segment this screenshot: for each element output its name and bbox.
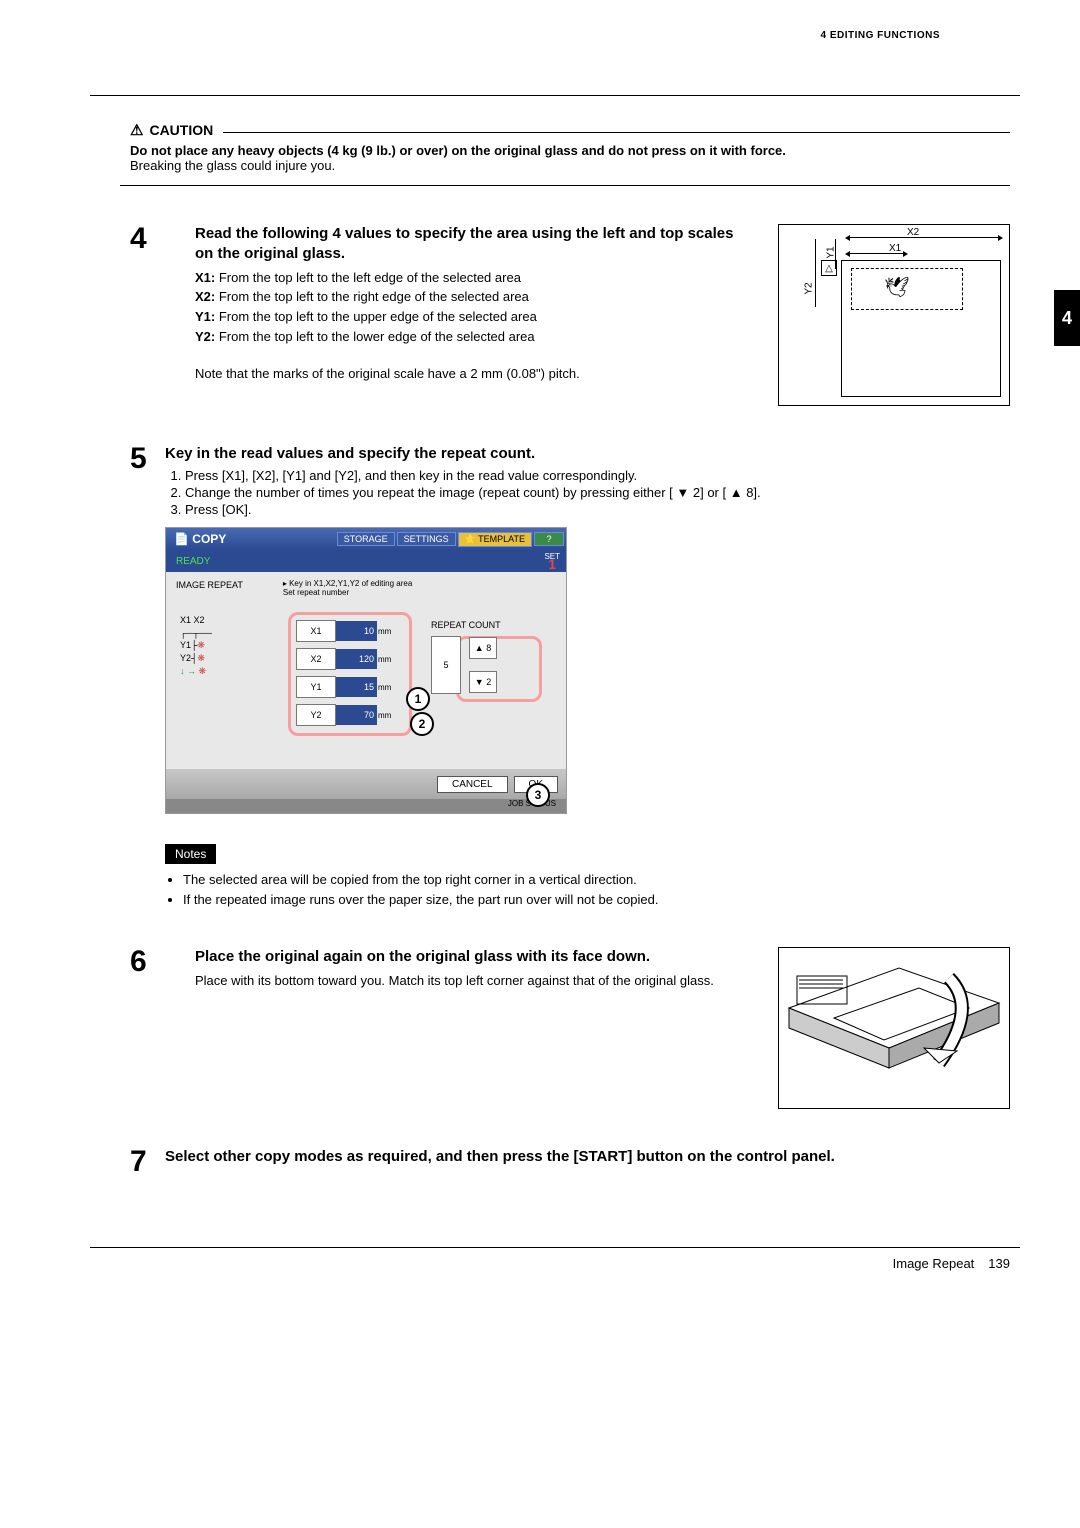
step-4-note: Note that the marks of the original scal… [195,365,748,384]
notes-label: Notes [165,844,216,864]
repeat-down-button[interactable]: ▼ 2 [469,671,497,693]
screen-copy: 📄 COPY [166,532,234,546]
y2-button[interactable]: Y2 [296,704,336,726]
warning-icon: ⚠ [130,121,143,139]
callout-2: 2 [410,712,434,736]
step-4-diagram: X2 X1 Y1 Y2 △ 🕊 [778,224,1010,406]
notes-list: The selected area will be copied from th… [165,870,1010,909]
set-count: 1 [548,556,556,572]
header-section: 4 EDITING FUNCTIONS [820,30,940,41]
hint1: ▸ Key in X1,X2,Y1,Y2 of editing area [283,579,412,588]
callout-1: 1 [406,687,430,711]
settings-button[interactable]: SETTINGS [397,532,456,546]
caution-block: ⚠ CAUTION Do not place any heavy objects… [130,121,1010,186]
repeat-value: 5 [431,636,461,694]
caution-text: Breaking the glass could injure you. [130,158,1010,173]
x1-button[interactable]: X1 [296,620,336,642]
job-status[interactable]: JOB STATUS [166,799,566,813]
footer-title: Image Repeat [893,1256,975,1271]
footer: Image Repeat 139 [130,1256,1010,1271]
step-4-num: 4 [130,224,165,406]
hint2: Set repeat number [283,588,349,597]
step-5-list: Press [X1], [X2], [Y1] and [Y2], and the… [165,468,1010,517]
caution-title-text: CAUTION [149,122,213,138]
step-6-title: Place the original again on the original… [195,947,748,967]
x2-button[interactable]: X2 [296,648,336,670]
x1-value: 10 [336,621,377,641]
repeat-up-button[interactable]: ▲ 8 [469,637,497,659]
step-6: 6 Place the original again on the origin… [130,947,1010,1109]
step-7-num: 7 [130,1147,165,1177]
step-5: 5 Key in the read values and specify the… [130,444,1010,909]
help-button[interactable]: ? [534,532,564,546]
caution-line [223,132,1010,133]
ready-label: READY [176,556,210,567]
y1-value: 15 [336,677,377,697]
page-number: 139 [988,1256,1010,1271]
step-4-title: Read the following 4 values to specify t… [195,224,748,265]
cancel-button[interactable]: CANCEL [437,776,508,793]
step-4-items: X1: From the top left to the left edge o… [195,269,748,347]
step-5-title: Key in the read values and specify the r… [165,444,1010,464]
y2-value: 70 [336,705,377,725]
step-5-num: 5 [130,444,165,909]
caution-bold: Do not place any heavy objects (4 kg (9 … [130,143,1010,158]
step-5-screenshot: 📄 COPY STORAGE SETTINGS ⭐ TEMPLATE ? REA… [165,527,567,814]
storage-button[interactable]: STORAGE [337,532,395,546]
caution-title: ⚠ CAUTION [130,121,213,139]
step-6-num: 6 [130,947,165,1109]
step-6-text: Place with its bottom toward you. Match … [195,972,748,991]
repeat-count: REPEAT COUNT 5 ▲ 8 ▼ 2 [431,620,501,698]
step-7: 7 Select other copy modes as required, a… [130,1147,1010,1177]
step-4: 4 Read the following 4 values to specify… [130,224,1010,406]
top-rule [90,95,1020,96]
inputs: X110mm X2120mm Y115mm Y270mm [296,620,392,732]
step-7-title: Select other copy modes as required, and… [165,1147,1010,1167]
small-diagram: X1 X2 ┌─┬── Y1├❋ Y2┤❋ ↓ → ❋ [180,614,212,677]
chapter-tab: 4 [1054,290,1080,346]
template-button[interactable]: ⭐ TEMPLATE [458,532,532,547]
bird-icon: 🕊 [884,275,909,300]
caution-end-rule [120,185,1010,186]
step-6-diagram [778,947,1010,1109]
x2-value: 120 [336,649,377,669]
footer-rule [90,1247,1020,1248]
y2-label: Y2 [804,282,815,294]
mode-label: IMAGE REPEAT [176,580,243,598]
y1-button[interactable]: Y1 [296,676,336,698]
